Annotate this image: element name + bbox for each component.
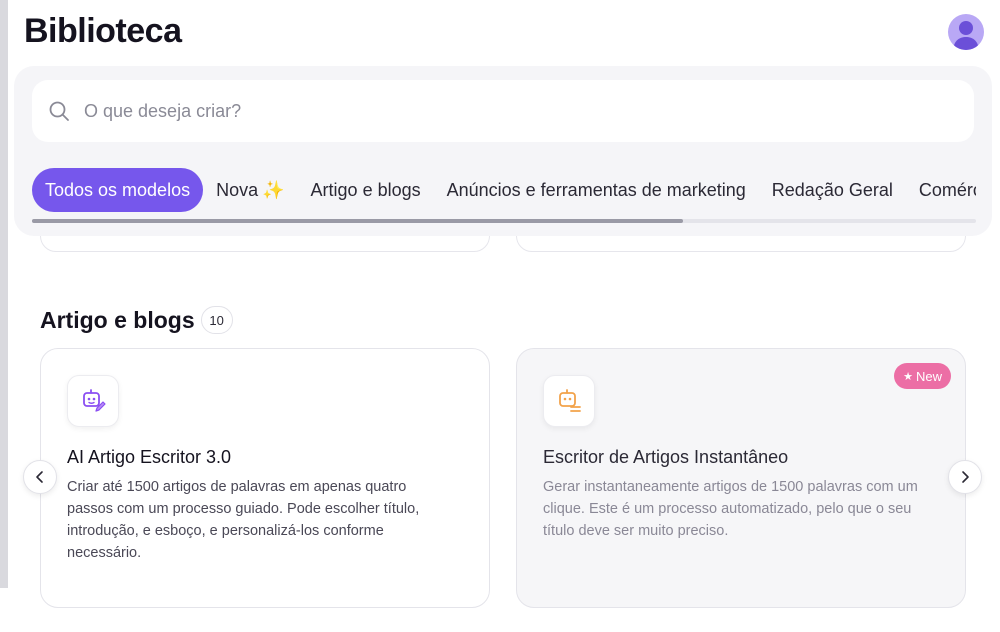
tabs-scrollbar[interactable]	[32, 219, 976, 223]
tabs-scrollbar-thumb[interactable]	[32, 219, 684, 223]
robot-edit-icon	[83, 389, 106, 412]
template-card-escritor-instantaneo[interactable]: ★ New Escritor de Artigos Instantâneo Ge…	[516, 348, 966, 608]
category-tabs: Todos os modelos Nova ✨ Artigo e blogs A…	[32, 168, 976, 212]
new-badge: ★ New	[894, 363, 951, 389]
star-icon: ★	[903, 370, 913, 383]
card-description: Gerar instantaneamente artigos de 1500 p…	[543, 479, 918, 539]
tab-label: Todos os modelos	[45, 179, 191, 200]
template-card-ai-artigo-escritor[interactable]: AI Artigo Escritor 3.0 Criar até 1500 ar…	[40, 348, 490, 608]
tab-label: Nova	[216, 179, 259, 200]
tab-nova[interactable]: Nova ✨	[203, 168, 297, 212]
card-title: Escritor de Artigos Instantâneo	[543, 447, 789, 467]
left-rail	[0, 0, 8, 588]
tab-comercio[interactable]: Comércio	[906, 168, 976, 212]
tab-label: Comércio	[918, 179, 976, 200]
avatar[interactable]	[948, 14, 984, 50]
robot-list-icon	[559, 389, 581, 412]
tab-anuncios-marketing[interactable]: Anúncios e ferramentas de marketing	[434, 168, 759, 212]
chevron-left-icon	[36, 471, 43, 483]
tab-label: Artigo e blogs	[310, 179, 421, 200]
tab-label: Redação Geral	[771, 179, 893, 200]
carousel-prev-button[interactable]	[23, 460, 57, 494]
tab-artigo-e-blogs[interactable]: Artigo e blogs	[298, 168, 434, 212]
tab-todos-os-modelos[interactable]: Todos os modelos	[32, 168, 204, 212]
page-title: Biblioteca	[24, 12, 182, 50]
chevron-right-icon	[962, 471, 969, 483]
header-panel: Todos os modelos Nova ✨ Artigo e blogs A…	[14, 66, 992, 236]
card-icon-container	[543, 375, 595, 427]
user-avatar-icon	[953, 21, 979, 50]
search-icon	[48, 100, 70, 122]
sparkle-icon: ✨	[262, 179, 285, 200]
section-count-badge: 10	[200, 306, 233, 334]
card-description: Criar até 1500 artigos de palavras em ap…	[67, 479, 420, 561]
tab-redacao-geral[interactable]: Redação Geral	[759, 168, 906, 212]
tab-label: Anúncios e ferramentas de marketing	[446, 179, 746, 200]
section-title: Artigo e blogs	[40, 306, 195, 333]
new-badge-label: New	[915, 368, 942, 384]
search-box[interactable]	[32, 80, 974, 142]
card-icon-container	[67, 375, 119, 427]
carousel-next-button[interactable]	[948, 460, 982, 494]
search-input[interactable]	[84, 100, 944, 122]
card-title: AI Artigo Escritor 3.0	[67, 447, 232, 467]
section-header: Artigo e blogs 10	[40, 306, 233, 334]
